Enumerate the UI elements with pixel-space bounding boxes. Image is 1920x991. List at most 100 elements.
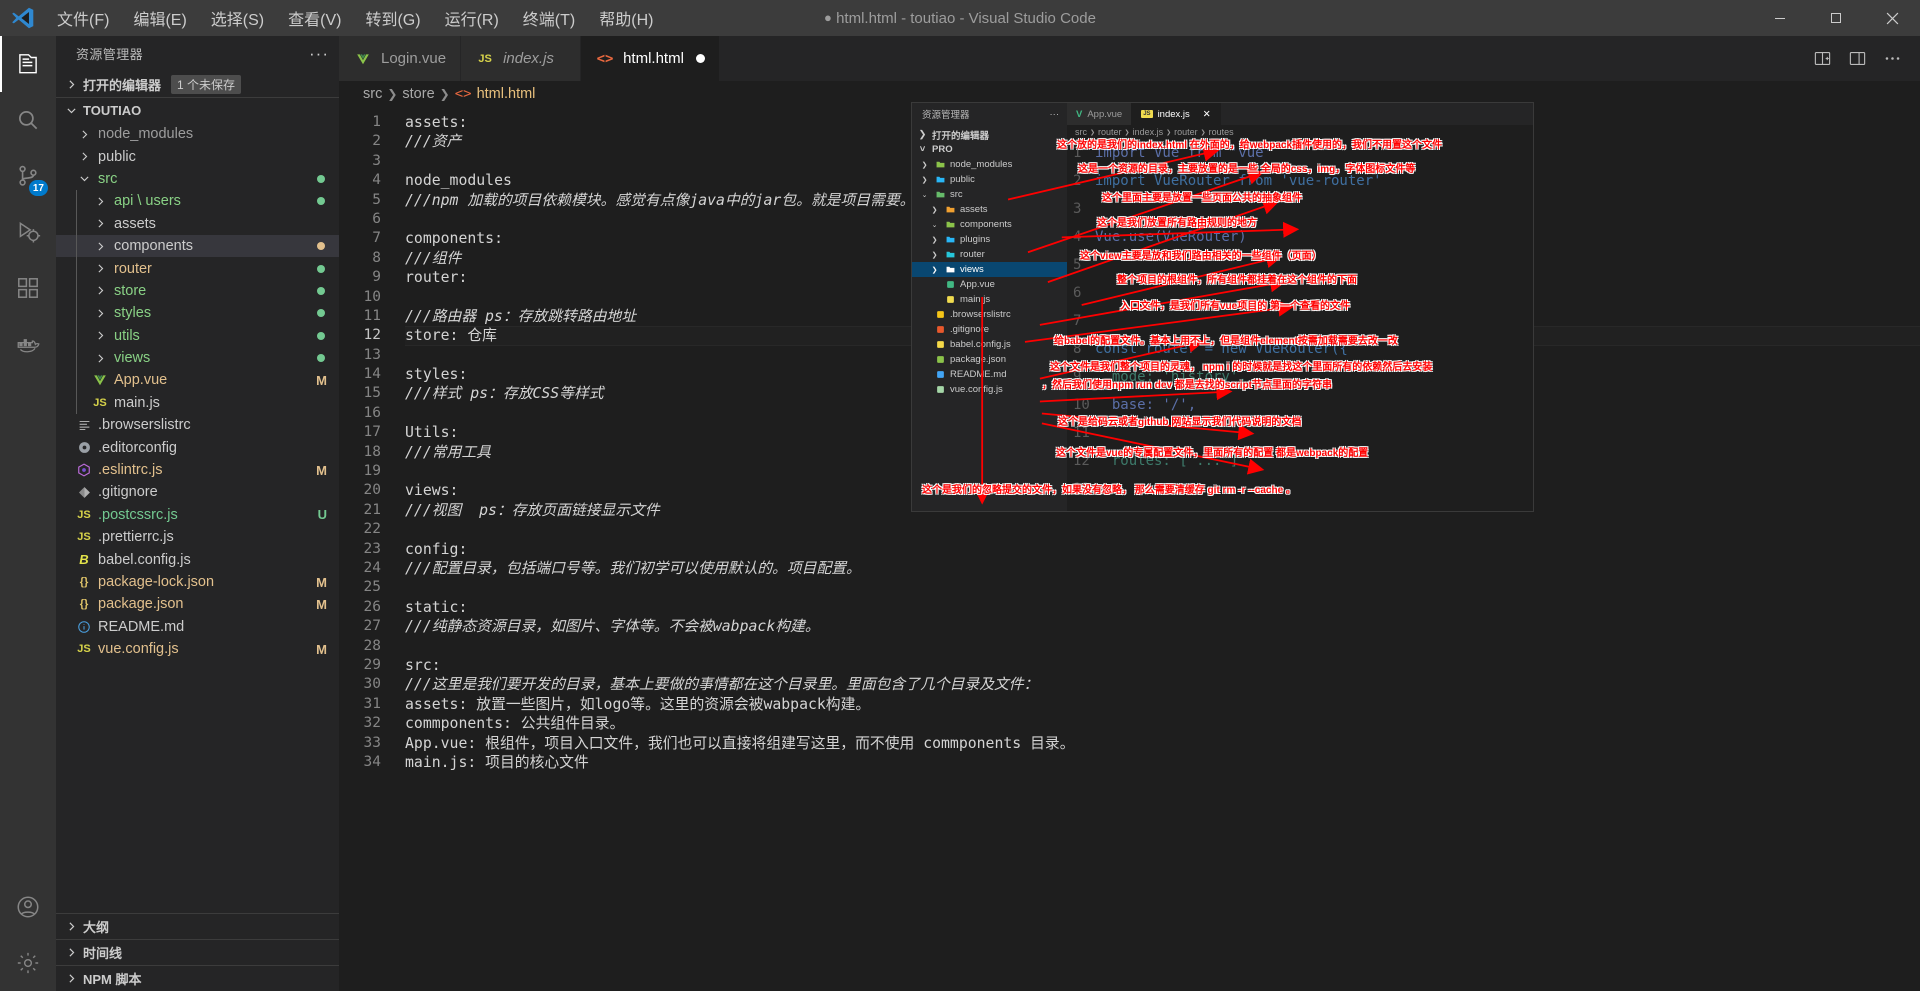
source-control-badge: 17 xyxy=(28,180,48,196)
minimize-button[interactable] xyxy=(1752,0,1808,36)
tree-item[interactable]: utils xyxy=(56,324,339,347)
project-root-section[interactable]: TOUTIAO xyxy=(56,97,339,123)
line-number: 21 xyxy=(363,501,381,518)
window-title-text: html.html - toutiao - Visual Studio Code xyxy=(836,9,1096,27)
activity-extensions[interactable] xyxy=(0,260,56,316)
menu-go[interactable]: 转到(G) xyxy=(354,2,431,34)
overlay-tree-item-label: README.md xyxy=(950,369,1007,380)
tree-item[interactable]: views xyxy=(56,346,339,370)
activity-settings[interactable] xyxy=(0,935,56,991)
editor-tab[interactable]: Login.vue xyxy=(339,36,462,81)
tree-item[interactable]: JS main.js xyxy=(56,391,339,415)
overlay-sidebar-title: 资源管理器 xyxy=(922,110,970,121)
maximize-button[interactable] xyxy=(1808,0,1864,36)
breadcrumb-item-file[interactable]: html.html xyxy=(477,86,536,102)
git-status-badge: M xyxy=(316,574,327,590)
activity-bar: 17 xyxy=(0,36,56,991)
menu-terminal[interactable]: 终端(T) xyxy=(512,2,586,34)
tree-item[interactable]: assets xyxy=(56,212,339,235)
project-name: TOUTIAO xyxy=(83,103,142,118)
overlay-tree-item: ❯ plugins xyxy=(912,232,1067,247)
tree-item-label: .browserslistrc xyxy=(98,417,191,434)
menu-selection[interactable]: 选择(S) xyxy=(200,2,275,34)
overlay-tree-item-label: App.vue xyxy=(960,279,995,290)
tree-item[interactable]: node_modules xyxy=(56,123,339,145)
breadcrumb-item-store[interactable]: store xyxy=(402,86,434,102)
open-editors-section[interactable]: 打开的编辑器 1 个未保存 xyxy=(56,71,339,97)
overlay-line-number: 7 xyxy=(1073,313,1082,329)
close-button[interactable] xyxy=(1864,0,1920,36)
annotation-text: 入口文件，是我们所有vue项目的 第一个查看的文件 xyxy=(1120,301,1351,312)
tree-item[interactable]: {} package-lock.json M xyxy=(56,571,339,593)
menu-run[interactable]: 运行(R) xyxy=(434,2,510,34)
activity-explorer[interactable] xyxy=(0,36,56,92)
tree-item[interactable]: Bbabel.config.js xyxy=(56,548,339,570)
menu-edit[interactable]: 编辑(E) xyxy=(122,2,197,34)
tree-item[interactable]: components xyxy=(56,234,339,258)
npm-scripts-panel[interactable]: NPM 脚本 xyxy=(56,965,339,991)
activity-source-control[interactable]: 17 xyxy=(0,148,56,204)
overlay-tree-item: main.js xyxy=(912,292,1067,307)
chevron-right-icon: ❯ xyxy=(931,236,938,244)
html-icon: <> xyxy=(454,86,472,102)
activity-account[interactable] xyxy=(0,879,56,935)
menu-view[interactable]: 查看(V) xyxy=(277,2,352,34)
tree-item[interactable]: .gitignore xyxy=(56,481,339,503)
chevron-right-icon: ❯ xyxy=(387,87,398,101)
annotation-text: ，然后我们使用npm run dev 都是去找的script节点里面的字符串 xyxy=(1042,380,1333,391)
editor-more-actions-icon[interactable] xyxy=(1883,49,1902,68)
js-icon: JS xyxy=(478,52,492,65)
tree-item[interactable]: router xyxy=(56,257,339,280)
tree-item[interactable]: JS .prettierrc.js xyxy=(56,526,339,548)
line-number: 5 xyxy=(372,191,381,208)
line-number: 9 xyxy=(372,269,381,286)
tree-item[interactable]: src xyxy=(56,168,339,190)
overlay-tree-item: .gitignore xyxy=(912,322,1067,337)
tree-item[interactable]: .editorconfig xyxy=(56,436,339,458)
tree-item[interactable]: store xyxy=(56,279,339,303)
git-icon xyxy=(934,325,947,334)
activity-run-debug[interactable] xyxy=(0,204,56,260)
overlay-tabs: V App.vue JS index.js ✕ xyxy=(1067,103,1221,125)
tree-item[interactable]: .eslintrc.js M xyxy=(56,459,339,481)
overlay-open-editors-label: 打开的编辑器 xyxy=(932,130,990,142)
editor-toolbar xyxy=(1795,36,1920,81)
menu-file[interactable]: 文件(F) xyxy=(46,2,120,34)
toggle-panel-icon[interactable] xyxy=(1848,49,1867,68)
overlay-sidebar-header: 资源管理器 ··· xyxy=(912,103,1067,125)
editor-tab[interactable]: <> html.html xyxy=(581,36,720,81)
tab-dirty-indicator-icon[interactable] xyxy=(695,54,705,63)
breadcrumb-item-src[interactable]: src xyxy=(363,86,382,102)
json-icon: {} xyxy=(79,576,89,588)
folder-icon xyxy=(944,250,957,259)
activity-docker[interactable] xyxy=(0,316,56,372)
activity-search[interactable] xyxy=(0,92,56,148)
sidebar-more-actions-icon[interactable]: ··· xyxy=(309,45,329,62)
tree-item-label: router xyxy=(114,260,152,277)
tree-item[interactable]: App.vue M xyxy=(56,369,339,392)
html-icon: <> xyxy=(596,50,614,67)
overlay-tree-item: ❯ public xyxy=(912,172,1067,187)
tree-item[interactable]: JS vue.config.js M xyxy=(56,638,339,660)
overlay-file-tree: ❯ node_modules ❯ public ⌄ src ❯ assets ⌄ componen… xyxy=(912,157,1067,397)
overlay-tree-item-label: package.json xyxy=(950,354,1006,365)
tree-item[interactable]: public xyxy=(56,145,339,167)
folder-icon xyxy=(944,235,957,244)
tree-item[interactable]: {} package.json M xyxy=(56,593,339,615)
git-status-badge: U xyxy=(317,507,327,523)
babel-icon xyxy=(934,340,947,349)
timeline-panel[interactable]: 时间线 xyxy=(56,939,339,965)
menu-help[interactable]: 帮助(H) xyxy=(588,2,664,34)
tree-item[interactable]: JS .postcssrc.js U xyxy=(56,504,339,526)
tree-item[interactable]: README.md xyxy=(56,616,339,638)
indent-guide xyxy=(76,324,90,347)
tree-item[interactable]: api \ users xyxy=(56,190,339,213)
git-status-dot xyxy=(317,197,325,206)
editor-tab[interactable]: JS index.js xyxy=(461,36,582,81)
split-editor-right-icon[interactable] xyxy=(1813,49,1832,68)
outline-panel[interactable]: 大纲 xyxy=(56,913,339,939)
tree-item[interactable]: .browserslistrc xyxy=(56,414,339,436)
tree-item[interactable]: styles xyxy=(56,302,339,325)
close-icon: ✕ xyxy=(1202,108,1211,120)
line-number: 29 xyxy=(363,656,381,673)
